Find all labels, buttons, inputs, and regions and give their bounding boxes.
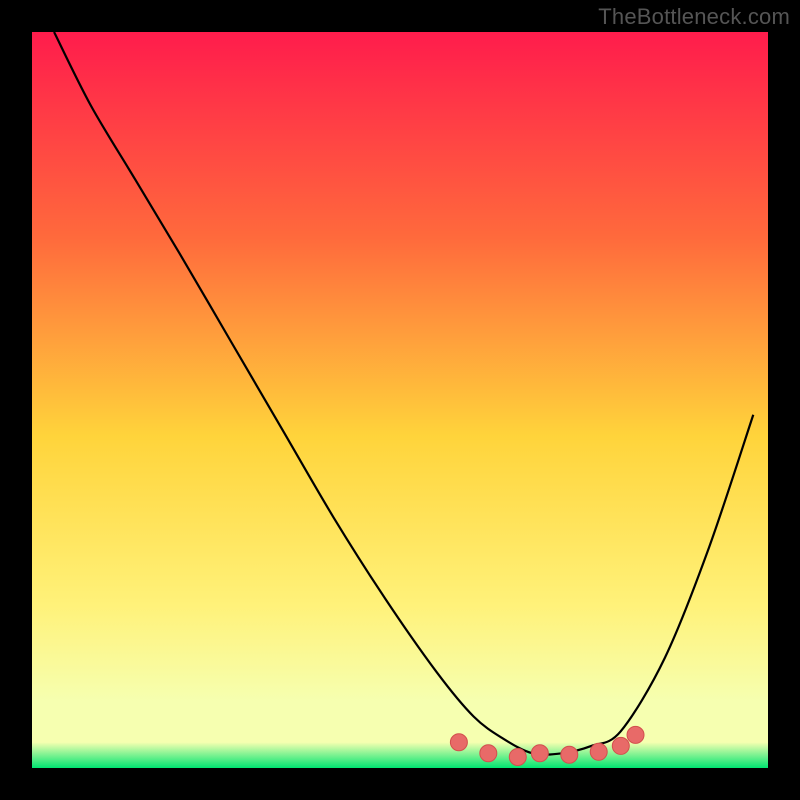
plot-area bbox=[32, 32, 768, 768]
optimal-marker bbox=[450, 734, 467, 751]
optimal-marker bbox=[480, 745, 497, 762]
optimal-marker bbox=[627, 726, 644, 743]
optimal-marker bbox=[509, 748, 526, 765]
chart-stage: TheBottleneck.com bbox=[0, 0, 800, 800]
optimal-marker bbox=[612, 737, 629, 754]
gradient-background bbox=[32, 32, 768, 768]
optimal-marker bbox=[561, 746, 578, 763]
optimal-marker bbox=[590, 743, 607, 760]
optimal-marker bbox=[531, 745, 548, 762]
plot-svg bbox=[32, 32, 768, 768]
watermark-text: TheBottleneck.com bbox=[598, 4, 790, 30]
